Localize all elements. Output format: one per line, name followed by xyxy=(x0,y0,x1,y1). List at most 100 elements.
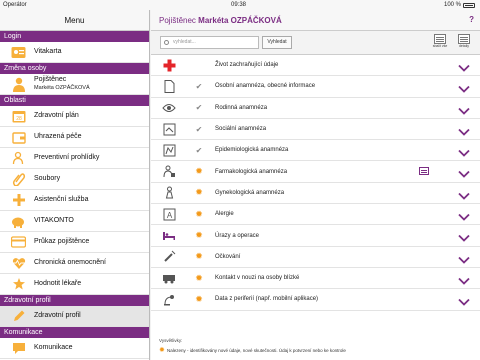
check-icon: ✔ xyxy=(195,81,203,91)
person-check-icon xyxy=(10,150,27,167)
profile-row-label: Osobní anamnéza, obecné informace xyxy=(215,83,316,90)
operator-label: Operátor xyxy=(3,2,27,8)
chevron-down-icon[interactable] xyxy=(458,294,470,307)
battery-indicator: 100 % xyxy=(444,2,475,8)
epidemic-icon xyxy=(162,143,176,157)
section-health-profile: Zdravotní profil xyxy=(0,295,149,306)
wallet-icon xyxy=(10,129,27,146)
profile-row[interactable]: ✔ Rodinná anamnéza xyxy=(151,98,480,119)
chevron-down-icon[interactable] xyxy=(458,145,470,157)
section-change-person: Změna osoby xyxy=(0,63,149,74)
sidebar-item-files[interactable]: Soubory xyxy=(0,169,149,190)
search-icon xyxy=(164,40,169,45)
ambulance-icon xyxy=(162,271,176,285)
legend-text: Nalezeny - identifikovány nové údaje, no… xyxy=(167,348,346,353)
search-input[interactable]: vyhledat... xyxy=(160,36,259,49)
section-areas: Oblasti xyxy=(0,95,149,106)
battery-icon xyxy=(463,2,475,8)
gyn-icon xyxy=(162,186,176,200)
sidebar-item-communication[interactable]: Komunikace xyxy=(0,338,149,359)
chevron-down-icon[interactable] xyxy=(458,273,470,285)
details-button[interactable]: detaily xyxy=(454,34,474,52)
sun-icon: ✹ xyxy=(195,251,203,262)
profile-row[interactable]: ✔ Epidemiologická anamnéza xyxy=(151,140,480,162)
card-icon xyxy=(10,234,27,251)
check-icon: ✔ xyxy=(195,145,203,155)
calendar-icon: 28 xyxy=(10,108,27,125)
pencil-icon xyxy=(10,308,27,325)
sidebar-item-chronic[interactable]: Chronická onemocnění xyxy=(0,253,149,274)
sidebar-item-insurance-card[interactable]: Průkaz pojištěnce xyxy=(0,232,149,253)
sidebar-item-paid-care[interactable]: Uhrazená péče xyxy=(0,127,149,148)
search-button[interactable]: Vyhledat xyxy=(262,36,292,49)
health-profile-panel: Pojištěnec Markéta OZPÁČKOVÁ ? vyhledat.… xyxy=(151,10,480,360)
profile-row[interactable]: ✹ Očkování xyxy=(151,247,480,268)
menu-title: Menu xyxy=(0,10,149,31)
sidebar-item-vitakonto[interactable]: VITAKONTO xyxy=(0,211,149,232)
sidebar-item-health-profile[interactable]: Zdravotní profil xyxy=(0,306,149,327)
profile-sections-list: Život zachraňující údaje ✔ Osobní anamnéza… xyxy=(151,55,480,311)
chat-icon xyxy=(10,340,27,357)
profile-row[interactable]: Život zachraňující údaje xyxy=(151,55,480,77)
sidebar-item-vitakarta[interactable]: Vitakarta xyxy=(0,42,149,63)
sidebar-item-insured-person[interactable]: Pojištěnec Markéta OZPÁČKOVÁ xyxy=(0,74,149,95)
allergy-icon: A xyxy=(162,207,176,221)
sun-icon: ✹ xyxy=(195,166,203,177)
profile-row-label: Alergie xyxy=(215,211,234,218)
sidebar-item-assistance[interactable]: Asistenční služba xyxy=(0,190,149,211)
profile-row[interactable]: ✹ Data z periferií (např. mobilní aplikac… xyxy=(151,289,480,311)
chevron-down-icon[interactable] xyxy=(458,103,470,115)
profile-row-label: Život zachraňující údaje xyxy=(215,62,279,69)
legend: Vysvětlivky: ✹ Nalezeny - identifikovány… xyxy=(151,336,480,360)
heart-pulse-icon xyxy=(10,255,27,272)
header-bar: Pojištěnec Markéta OZPÁČKOVÁ ? xyxy=(151,10,480,31)
profile-row-label: Sociální anamnéza xyxy=(215,126,267,133)
profile-row[interactable]: ✹ Kontakt v nouzi na osoby blízké xyxy=(151,268,480,290)
satellite-icon xyxy=(162,292,176,306)
profile-row[interactable]: ✔ Osobní anamnéza, obecné informace xyxy=(151,76,480,98)
profile-row[interactable]: A ✹ Alergie xyxy=(151,204,480,226)
sun-icon: ✹ xyxy=(195,293,203,304)
piggy-bank-icon xyxy=(10,213,27,230)
social-icon xyxy=(162,122,176,136)
profile-row-label: Epidemiologická anamnéza xyxy=(215,147,289,154)
chevron-down-icon[interactable] xyxy=(458,209,470,221)
profile-row[interactable]: ✹ Farmakologická anamnéza xyxy=(151,161,480,183)
status-bar: Operátor 09:38 100 % xyxy=(0,0,480,10)
chevron-down-icon[interactable] xyxy=(458,166,470,179)
collapse-icon xyxy=(434,34,446,44)
sun-icon: ✹ xyxy=(195,187,203,198)
search-toolbar: vyhledat... Vyhledat sbalit vše detaily xyxy=(151,31,480,55)
chevron-down-icon[interactable] xyxy=(458,60,470,72)
details-icon xyxy=(458,34,470,44)
star-doctor-icon xyxy=(10,276,27,293)
sidebar-item-preventive[interactable]: Preventivní prohlídky xyxy=(0,148,149,169)
profile-row-label: Očkování xyxy=(215,253,241,260)
paperclip-icon xyxy=(10,171,27,188)
chevron-down-icon[interactable] xyxy=(458,230,470,243)
sidebar-menu: Menu Login Vitakarta Změna osoby Pojiště… xyxy=(0,10,150,360)
profile-row-label: Rodinná anamnéza xyxy=(215,104,268,111)
chevron-down-icon[interactable] xyxy=(458,188,470,200)
profile-row[interactable]: ✔ Sociální anamnéza xyxy=(151,119,480,141)
list-detail-icon[interactable] xyxy=(419,167,429,176)
profile-row[interactable]: ✹ Gynekologická anamnéza xyxy=(151,183,480,205)
profile-row[interactable]: ✹ Úrazy a operace xyxy=(151,225,480,247)
headset-icon xyxy=(10,192,27,209)
id-card-icon xyxy=(10,44,27,61)
sun-icon: ✹ xyxy=(159,347,165,354)
chevron-down-icon[interactable] xyxy=(458,252,470,264)
sun-icon: ✹ xyxy=(195,230,203,241)
profile-row-label: Gynekologická anamnéza xyxy=(215,189,285,196)
sidebar-item-health-plan[interactable]: 28 Zdravotní plán xyxy=(0,106,149,127)
sun-icon: ✹ xyxy=(195,208,203,219)
section-login: Login xyxy=(0,31,149,42)
profile-row-label: Kontakt v nouzi na osoby blízké xyxy=(215,275,300,282)
sidebar-item-rate-doctor[interactable]: Hodnotit lékaře xyxy=(0,274,149,295)
pill-person-icon xyxy=(162,165,176,179)
collapse-all-button[interactable]: sbalit vše xyxy=(430,34,450,52)
profile-row-label: Farmakologická anamnéza xyxy=(215,168,288,175)
chevron-down-icon[interactable] xyxy=(458,81,470,94)
help-icon[interactable]: ? xyxy=(469,15,474,24)
chevron-down-icon[interactable] xyxy=(458,124,470,136)
